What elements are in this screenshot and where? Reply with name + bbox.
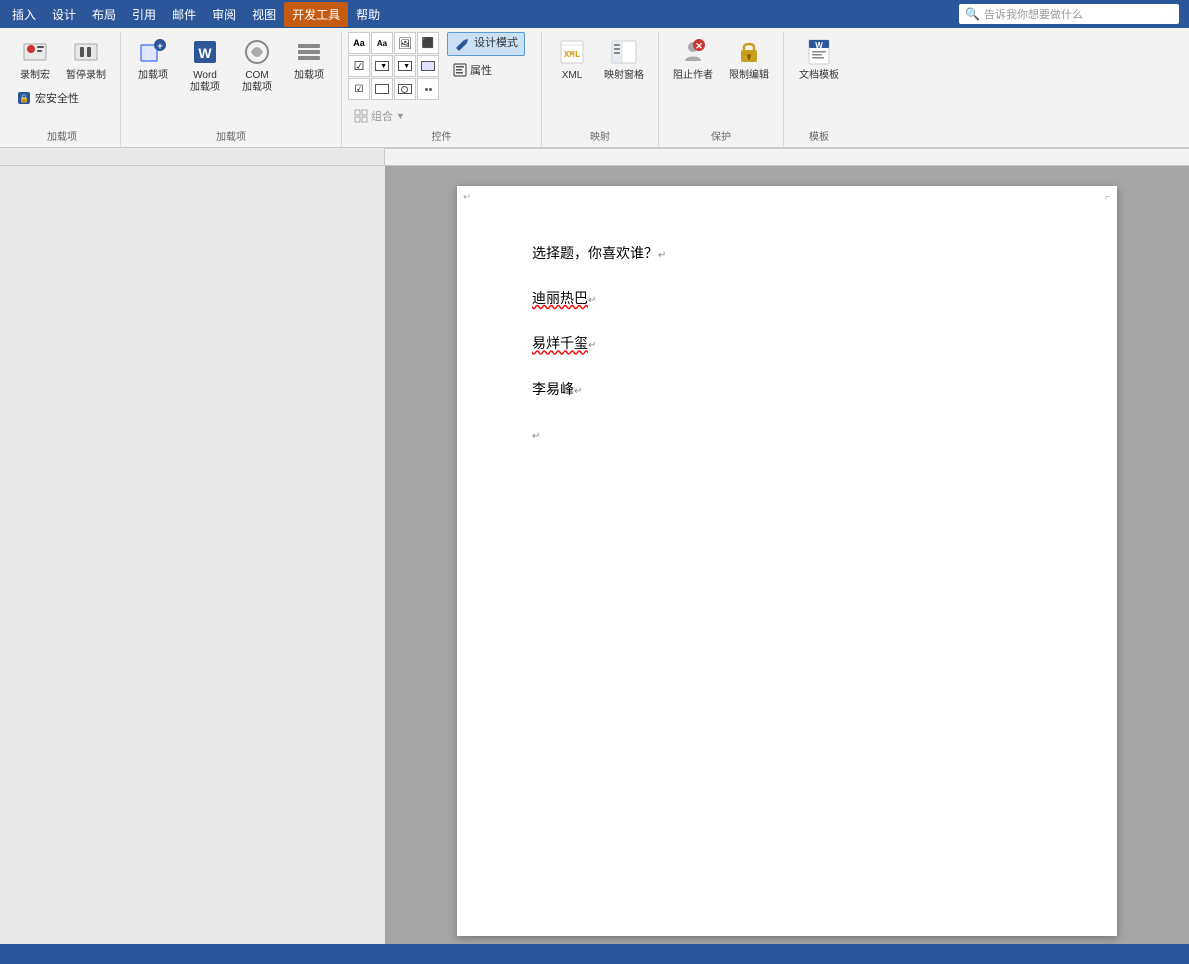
status-bar — [0, 944, 1189, 964]
option1-text: 迪丽热巴 — [532, 290, 588, 306]
para-mark-3: ↵ — [574, 386, 582, 397]
menu-item-help[interactable]: 帮助 — [348, 2, 388, 27]
control-legacy[interactable]: ☑ — [348, 78, 370, 100]
control-rect4[interactable] — [371, 78, 393, 100]
svg-text:+: + — [157, 41, 162, 51]
option2-text: 易烊千玺 — [532, 335, 588, 351]
para-mark-q: ↵ — [658, 250, 666, 261]
svg-text:XML: XML — [564, 50, 580, 60]
pause-macro-button[interactable]: 暂停录制 — [60, 32, 112, 86]
control-more[interactable] — [417, 78, 439, 100]
empty-paragraph: ↵ — [532, 422, 1042, 447]
control-rect5[interactable] — [394, 78, 416, 100]
page-corner-tl: ↵ — [463, 192, 471, 203]
control-combo[interactable]: ⬛ — [417, 32, 439, 54]
question-paragraph: 选择题，你喜欢谁？↵ — [532, 241, 1042, 266]
svg-text:🔒: 🔒 — [19, 94, 29, 103]
group-button[interactable]: 组合 ▼ — [348, 106, 411, 126]
option2-paragraph: 易烊千玺↵ — [532, 331, 1042, 356]
control-image[interactable]: 🖼 — [394, 32, 416, 54]
manage-addin-button[interactable]: 加载项 — [285, 32, 333, 86]
com-addin-button[interactable]: COM加载项 — [233, 32, 281, 98]
control-rect1[interactable]: ▼ — [371, 55, 393, 77]
control-aa-large[interactable]: Aa — [348, 32, 370, 54]
design-mode-button[interactable]: 设计模式 — [447, 32, 525, 56]
para-mark-empty: ↵ — [532, 431, 540, 442]
page-corner-tr: ⌐ — [1105, 192, 1111, 203]
menu-item-developer[interactable]: 开发工具 — [284, 2, 348, 27]
question-text: 选择题，你喜欢谁？ — [532, 245, 658, 261]
control-rect3[interactable] — [417, 55, 439, 77]
para-mark-2: ↵ — [588, 340, 596, 351]
menu-item-design[interactable]: 设计 — [44, 2, 84, 27]
menu-item-view[interactable]: 视图 — [244, 2, 284, 27]
block-author-button[interactable]: ✕ 阻止作者 — [667, 32, 719, 86]
control-rect2[interactable]: ▼ — [394, 55, 416, 77]
control-aa-small[interactable]: Aa — [371, 32, 393, 54]
word-addin-button[interactable]: W Word加载项 — [181, 32, 229, 98]
menu-item-layout[interactable]: 布局 — [84, 2, 124, 27]
option3-paragraph: 李易峰↵ — [532, 377, 1042, 402]
search-icon: 🔍 — [965, 7, 980, 21]
macro-security-button[interactable]: 🔒 宏安全性 — [12, 88, 112, 108]
svg-text:✕: ✕ — [695, 41, 703, 51]
menu-item-review[interactable]: 审阅 — [204, 2, 244, 27]
mapping-pane-button[interactable]: 映射窗格 — [598, 32, 650, 86]
control-checkbox[interactable]: ☑ — [348, 55, 370, 77]
menu-item-mail[interactable]: 邮件 — [164, 2, 204, 27]
menu-item-insert[interactable]: 插入 — [4, 2, 44, 27]
menu-item-reference[interactable]: 引用 — [124, 2, 164, 27]
search-placeholder: 告诉我你想要做什么 — [984, 6, 1083, 22]
properties-button[interactable]: 属性 — [447, 59, 525, 81]
option1-paragraph: 迪丽热巴↵ — [532, 286, 1042, 311]
para-mark-1: ↵ — [588, 295, 596, 306]
add-addin-button[interactable]: + 加载项 — [129, 32, 177, 86]
record-macro-button[interactable]: 录制宏 — [12, 32, 58, 86]
option3-text: 李易峰 — [532, 381, 574, 397]
svg-text:W: W — [815, 41, 823, 50]
xml-button[interactable]: XML XML — [550, 32, 594, 86]
svg-text:W: W — [198, 45, 212, 61]
doc-template-button[interactable]: W 文档模板 — [793, 32, 845, 86]
restrict-edit-button[interactable]: 限制编辑 — [723, 32, 775, 86]
